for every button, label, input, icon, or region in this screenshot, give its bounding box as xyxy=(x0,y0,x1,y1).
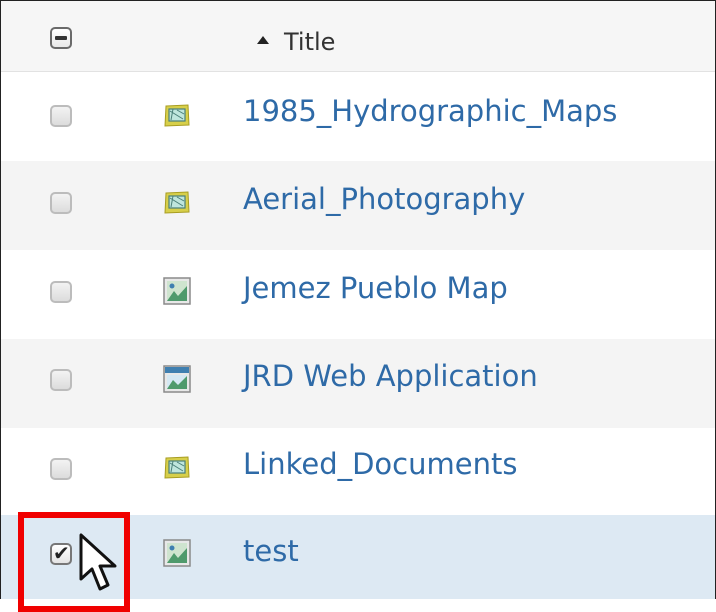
item-checkbox[interactable] xyxy=(50,105,72,127)
item-checkbox[interactable] xyxy=(50,369,72,391)
select-all-checkbox[interactable] xyxy=(50,27,72,49)
item-checkbox[interactable]: ✔ xyxy=(50,541,72,565)
checkmark-icon: ✔ xyxy=(53,541,70,565)
indeterminate-dash-icon xyxy=(55,36,67,40)
map-package-icon xyxy=(164,104,190,127)
list-item[interactable]: JRD Web Application xyxy=(1,339,715,428)
item-checkbox[interactable] xyxy=(50,192,72,214)
item-title-link[interactable]: Aerial_Photography xyxy=(243,182,525,216)
content-list: Title 1985_Hydrographic_Maps Aerial_Phot… xyxy=(0,0,716,599)
list-item[interactable]: Jemez Pueblo Map xyxy=(1,250,715,339)
list-item[interactable]: Aerial_Photography xyxy=(1,161,715,250)
title-column-header[interactable]: Title xyxy=(284,27,335,57)
item-title-link[interactable]: 1985_Hydrographic_Maps xyxy=(243,94,617,128)
item-title-link[interactable]: Jemez Pueblo Map xyxy=(243,271,508,305)
mouse-pointer-icon xyxy=(79,533,117,591)
item-title-link[interactable]: Linked_Documents xyxy=(243,447,517,481)
web-application-icon xyxy=(163,365,191,393)
list-item[interactable]: 1985_Hydrographic_Maps xyxy=(1,72,715,161)
map-package-icon xyxy=(164,191,190,214)
sort-ascending-icon[interactable] xyxy=(257,36,269,44)
item-checkbox[interactable] xyxy=(50,281,72,303)
item-title-link[interactable]: test xyxy=(243,534,299,568)
web-map-icon xyxy=(163,277,191,305)
list-header: Title xyxy=(1,1,715,72)
item-checkbox[interactable] xyxy=(50,458,72,480)
item-title-link[interactable]: JRD Web Application xyxy=(243,359,538,393)
list-item[interactable]: Linked_Documents xyxy=(1,428,715,517)
web-map-icon xyxy=(163,539,191,567)
map-package-icon xyxy=(164,456,190,479)
